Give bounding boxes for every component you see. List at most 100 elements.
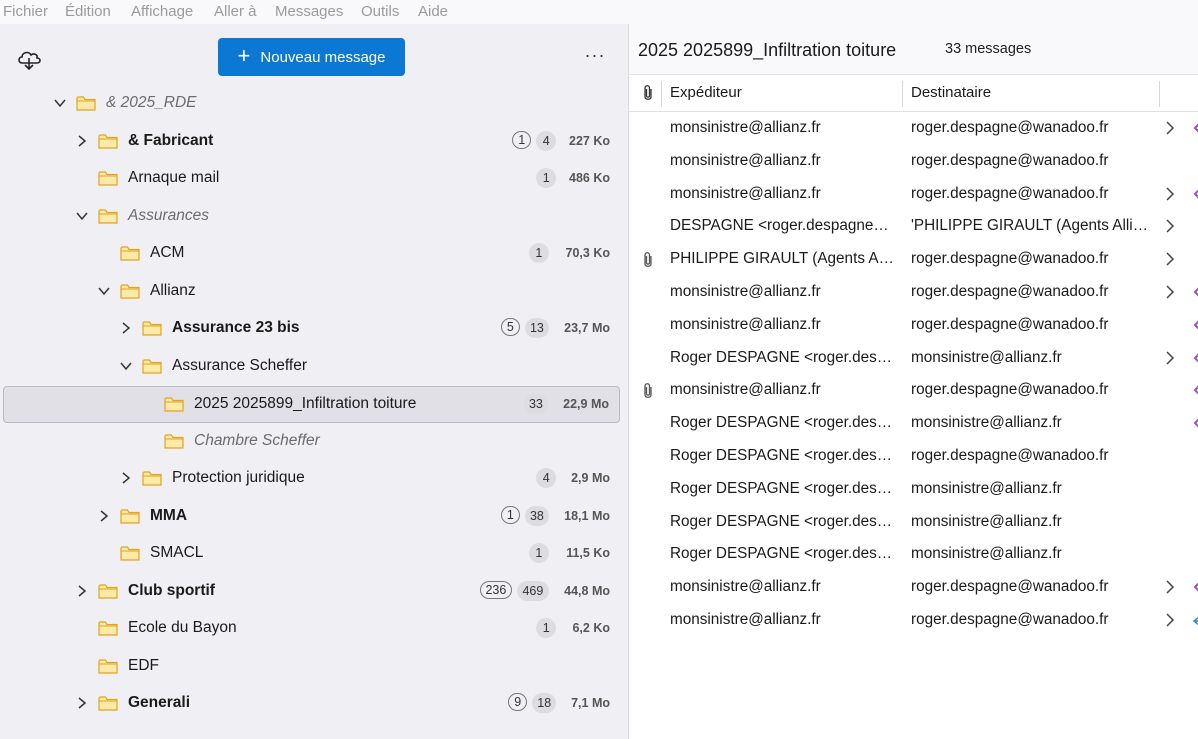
column-separator[interactable] [1159, 81, 1160, 107]
folder-row[interactable]: Assurance 23 bis 23,7 Mo 13 5 [4, 311, 620, 347]
message-row[interactable]: monsinistre@allianz.fr roger.despagne@wan… [629, 571, 1198, 604]
message-row[interactable]: PHILIPPE GIRAULT (Agents Allianz) roger.d… [629, 243, 1198, 276]
message-recipient: roger.despagne@wanadoo.fr [911, 578, 1109, 596]
menu-édition[interactable]: Édition [65, 3, 111, 20]
folder-row[interactable]: SMACL 11,5 Ko 1 [4, 536, 620, 572]
menu-aide[interactable]: Aide [418, 3, 448, 20]
chevron-right-icon[interactable] [118, 470, 134, 486]
menu-allerà[interactable]: Aller à [214, 3, 257, 20]
unread-count-badge: 236 [479, 580, 512, 599]
message-sender: Roger DESPAGNE <roger.despagne@wanadoo.f… [670, 414, 895, 432]
chevron-right-icon[interactable] [1163, 578, 1177, 596]
total-count-badge: 469 [516, 580, 549, 601]
folder-row[interactable]: & Fabricant 227 Ko 4 1 [4, 124, 620, 160]
folder-row[interactable]: ACM 70,3 Ko 1 [4, 236, 620, 272]
folder-size: 7,1 Mo [571, 696, 610, 710]
message-row[interactable]: monsinistre@allianz.fr roger.despagne@wan… [629, 604, 1198, 637]
unread-count-badge: 9 [508, 693, 528, 711]
message-row[interactable]: monsinistre@allianz.fr roger.despagne@wan… [629, 112, 1198, 145]
folder-icon [98, 170, 118, 187]
message-row[interactable]: monsinistre@allianz.fr roger.despagne@wan… [629, 276, 1198, 309]
message-sender: Roger DESPAGNE <roger.despagne@wanadoo.f… [670, 447, 895, 464]
menu-affichage[interactable]: Affichage [131, 3, 193, 20]
folder-name: Arnaque mail [128, 169, 220, 186]
chevron-right-icon[interactable] [1163, 349, 1177, 367]
folder-icon [120, 508, 140, 525]
chevron-down-icon[interactable] [74, 208, 90, 224]
more-options-button[interactable]: ··· [582, 42, 608, 68]
folder-row[interactable]: Generali 7,1 Mo 18 9 [4, 686, 620, 722]
message-recipient: monsinistre@allianz.fr [911, 479, 1062, 497]
message-row[interactable]: DESPAGNE <roger.despagne@wanadoo.fr> 'PHI… [629, 210, 1198, 243]
message-row[interactable]: monsinistre@allianz.fr roger.despagne@wan… [629, 178, 1198, 211]
chevron-down-icon[interactable] [96, 283, 112, 299]
message-row[interactable]: Roger DESPAGNE <roger.despagne@wanadoo.f… [629, 342, 1198, 375]
sender-column-header[interactable]: Expéditeur [670, 84, 742, 101]
reply-icon [1191, 612, 1198, 628]
forward-marker-icon [1191, 350, 1198, 366]
menu-fichier[interactable]: Fichier [3, 3, 48, 20]
folder-row[interactable]: Protection juridique 2,9 Mo 4 [4, 461, 620, 497]
message-row[interactable]: monsinistre@allianz.fr roger.despagne@wan… [629, 309, 1198, 342]
message-sender: monsinistre@allianz.fr [670, 611, 821, 628]
menu-bar: Fichier Édition Affichage Aller à Messages Ou… [0, 0, 1198, 24]
chevron-right-icon[interactable] [1163, 611, 1177, 629]
folder-size: 22,9 Mo [563, 397, 609, 411]
chevron-right-icon[interactable] [74, 695, 90, 711]
folder-row[interactable]: Assurance Scheffer [4, 349, 620, 385]
chevron-right-icon[interactable] [1163, 217, 1177, 235]
folder-icon [120, 283, 140, 300]
message-recipient: roger.despagne@wanadoo.fr [911, 283, 1109, 300]
message-sender: monsinistre@allianz.fr [670, 283, 821, 300]
folder-row[interactable]: Ecole du Bayon 6,2 Ko 1 [4, 611, 620, 647]
message-recipient: roger.despagne@wanadoo.fr [911, 315, 1109, 333]
chevron-right-icon[interactable] [74, 583, 90, 599]
cloud-sync-icon[interactable] [14, 44, 44, 74]
folder-row[interactable]: Chambre Scheffer [4, 424, 620, 460]
message-row[interactable]: Roger DESPAGNE <roger.despagne@wanadoo.f… [629, 506, 1198, 539]
message-sender: DESPAGNE <roger.despagne@wanadoo.fr> [670, 217, 895, 235]
forward-marker-icon [1191, 284, 1198, 300]
message-row[interactable]: Roger DESPAGNE <roger.despagne@wanadoo.f… [629, 407, 1198, 440]
total-count-badge: 33 [523, 394, 548, 414]
chevron-right-icon[interactable] [1163, 283, 1177, 301]
thread-message-count: 33 messages [945, 41, 1032, 57]
new-message-button[interactable]: + Nouveau message [218, 38, 405, 76]
folder-name: MMA [150, 506, 188, 524]
attachment-icon [641, 382, 655, 400]
chevron-right-icon[interactable] [74, 133, 90, 149]
total-count-badge: 1 [528, 543, 549, 563]
menu-outils[interactable]: Outils [361, 3, 399, 20]
chevron-right-icon[interactable] [1163, 185, 1177, 203]
folder-row[interactable]: Assurances [4, 199, 620, 235]
chevron-down-icon[interactable] [118, 358, 134, 374]
message-recipient: roger.despagne@wanadoo.fr [911, 119, 1109, 136]
folder-row[interactable]: MMA 18,1 Mo 38 1 [4, 499, 620, 535]
plus-icon: + [237, 43, 251, 68]
folder-row[interactable]: EDF [4, 649, 620, 685]
message-row[interactable]: Roger DESPAGNE <roger.despagne@wanadoo.f… [629, 473, 1198, 506]
recipient-column-header[interactable]: Destinataire [911, 84, 991, 101]
chevron-right-icon[interactable] [1163, 119, 1177, 137]
folder-icon [98, 208, 118, 225]
folder-row[interactable]: Allianz [4, 274, 620, 310]
folder-row[interactable]: Arnaque mail 486 Ko 1 [4, 161, 620, 197]
folder-row[interactable]: Club sportif 44,8 Mo 469 236 [4, 574, 620, 610]
folder-row[interactable]: & 2025_RDE [4, 86, 620, 122]
chevron-right-icon[interactable] [118, 320, 134, 336]
menu-messages[interactable]: Messages [275, 3, 343, 20]
folder-row[interactable]: 2025 2025899_Infiltration toiture 22,9 Mo… [3, 386, 620, 423]
forward-marker-icon [1191, 382, 1198, 398]
chevron-right-icon[interactable] [1163, 250, 1177, 268]
column-separator[interactable] [902, 81, 903, 107]
message-row[interactable]: Roger DESPAGNE <roger.despagne@wanadoo.f… [629, 538, 1198, 571]
message-row[interactable]: monsinistre@allianz.fr roger.despagne@wan… [629, 374, 1198, 407]
unread-count-badge: 1 [500, 505, 520, 524]
chevron-right-icon[interactable] [96, 508, 112, 524]
message-row[interactable]: monsinistre@allianz.fr roger.despagne@wan… [629, 145, 1198, 178]
chevron-down-icon[interactable] [52, 95, 68, 111]
folder-name: Ecole du Bayon [128, 619, 237, 636]
attachment-column-icon[interactable] [641, 84, 655, 102]
column-separator[interactable] [661, 81, 662, 107]
message-row[interactable]: Roger DESPAGNE <roger.despagne@wanadoo.f… [629, 440, 1198, 473]
